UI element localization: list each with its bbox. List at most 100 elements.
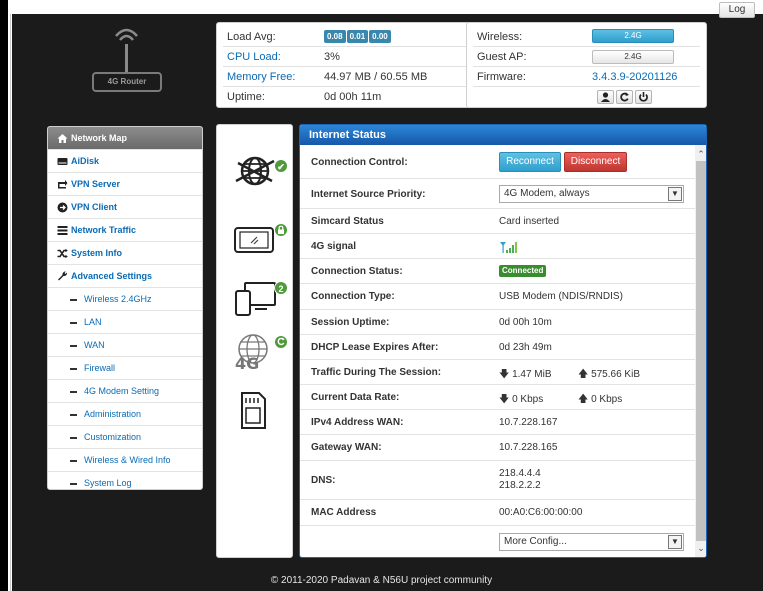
connection-status-row: Connection Status: Connected [300, 259, 695, 284]
scroll-down-icon[interactable]: ⌄ [695, 541, 706, 555]
router-label: 4G Router [92, 72, 162, 92]
chevron-down-icon: ▼ [668, 535, 682, 549]
panel-scrollbar[interactable]: ⌃ ⌄ [695, 145, 706, 557]
shuffle-icon [57, 248, 68, 259]
window-edge-left [0, 14, 8, 591]
load-avg-values: 0.08 0.01 0.00 [324, 30, 392, 43]
dash-icon [70, 437, 77, 439]
rate-up-value: 0 Kbps [591, 394, 623, 405]
load-avg-5m: 0.01 [346, 30, 369, 43]
reconnect-button[interactable]: Reconnect [499, 152, 561, 172]
internet-status-tile[interactable]: ✔ [217, 143, 294, 203]
row-label: Internet Source Priority: [311, 189, 426, 200]
wireless-24g-button[interactable]: 2.4G [592, 29, 674, 43]
sidebar-subitem-label: System Log [84, 478, 132, 488]
scroll-up-icon[interactable]: ⌃ [695, 147, 706, 161]
sidebar-subitem-firewall[interactable]: Firewall [48, 357, 202, 380]
left-frame-divider [10, 14, 11, 591]
uptime-row: Uptime: 0d 00h 11m [223, 87, 476, 107]
4g-globe-icon: 4G [235, 334, 268, 371]
sidebar-item-system-info[interactable]: System Info [48, 242, 202, 265]
row-label: Connection Status: [311, 266, 403, 277]
sidebar-subitem-lan[interactable]: LAN [48, 311, 202, 334]
more-config-select[interactable]: More Config... ▼ [499, 533, 684, 551]
cpu-load-row: CPU Load: 3% [223, 47, 476, 67]
sidebar-subitem-label: WAN [84, 340, 105, 350]
sidebar-item-network-map[interactable]: Network Map [48, 127, 202, 150]
cpu-load-link[interactable]: CPU Load: [227, 51, 281, 63]
dash-icon [70, 460, 77, 462]
dhcp-lease-value: 0d 23h 49m [499, 342, 552, 353]
log-button[interactable]: Log [719, 2, 755, 18]
power-button[interactable] [635, 90, 652, 104]
sidebar-item-vpn-client[interactable]: VPN Client [48, 196, 202, 219]
sidebar-subitem-customization[interactable]: Customization [48, 426, 202, 449]
system-info-panel: Load Avg: 0.08 0.01 0.00 CPU Load: 3% Memo… [216, 22, 483, 108]
user-button[interactable] [597, 90, 614, 104]
sidebar-item-network-traffic[interactable]: Network Traffic [48, 219, 202, 242]
sidebar-subitem-wan[interactable]: WAN [48, 334, 202, 357]
signal-bars-icon [500, 242, 517, 253]
sidebar-item-label: VPN Server [71, 179, 121, 189]
firmware-link[interactable]: 3.4.3.9-20201126 [592, 71, 677, 83]
data-rate-row: Current Data Rate: 🡇 0 Kbps 🡅 0 Kbps [300, 385, 695, 410]
sidebar-subitem-wireless-24ghz[interactable]: Wireless 2.4GHz [48, 288, 202, 311]
row-label: Connection Type: [311, 291, 395, 302]
vpn-client-icon [57, 202, 68, 213]
sidebar-item-aidisk[interactable]: AiDisk [48, 150, 202, 173]
clients-tile[interactable]: 2 [217, 271, 294, 331]
sidebar-subitem-administration[interactable]: Administration [48, 403, 202, 426]
sidebar-item-advanced-settings[interactable]: Advanced Settings [48, 265, 202, 288]
firmware-row: Firmware: 3.4.3.9-20201126 [473, 67, 700, 87]
load-avg-15m: 0.00 [369, 30, 391, 43]
dns-secondary: 218.2.2.2 [499, 480, 541, 491]
traffic-up: 🡅 575.66 KiB [578, 367, 640, 384]
sidebar-item-vpn-server[interactable]: VPN Server [48, 173, 202, 196]
load-avg-1m: 0.08 [324, 30, 346, 43]
sidebar-subitem-system-log[interactable]: System Log [48, 472, 202, 489]
session-uptime-row: Session Uptime: 0d 00h 10m [300, 310, 695, 335]
clients-monitor-icon [235, 282, 276, 316]
router-logo: 4G Router [92, 28, 162, 96]
sidebar-subitem-label: Customization [84, 432, 142, 442]
window-edge [0, 0, 8, 14]
row-label: DHCP Lease Expires After: [311, 342, 439, 353]
row-label: 4G signal [311, 241, 357, 252]
simcard-status-value: Card inserted [499, 216, 560, 227]
lock-icon [278, 225, 284, 234]
row-label: IPv4 Address WAN: [311, 417, 404, 428]
modem-refresh-badge [274, 335, 288, 349]
vpn-server-icon [58, 180, 68, 189]
refresh-button[interactable] [616, 90, 633, 104]
connection-type-row: Connection Type: USB Modem (NDIS/RNDIS) [300, 284, 695, 310]
wireless-clients-tile[interactable] [217, 211, 294, 271]
rate-down: 🡇 0 Kbps [499, 392, 543, 409]
sd-card-icon [241, 392, 266, 429]
sidebar-subitem-4g-modem-setting[interactable]: 4G Modem Setting [48, 380, 202, 403]
sidebar-subitem-wireless-wired-info[interactable]: Wireless & Wired Info [48, 449, 202, 472]
chevron-down-icon: ▼ [668, 187, 682, 201]
traffic-icon [57, 226, 68, 235]
source-priority-select[interactable]: 4G Modem, always ▼ [499, 185, 684, 203]
select-value: 4G Modem, always [504, 188, 590, 199]
load-avg-row: Load Avg: 0.08 0.01 0.00 [223, 27, 476, 47]
guest-ap-24g-button[interactable]: 2.4G [592, 50, 674, 64]
memory-free-link[interactable]: Memory Free: [227, 71, 295, 83]
4g-modem-tile[interactable]: 4G [217, 329, 294, 389]
status-icon-column: ✔ 2 4G [216, 124, 293, 558]
rate-down-value: 0 Kbps [512, 394, 544, 405]
usb-storage-tile[interactable] [217, 385, 294, 445]
mac-address-row: MAC Address 00:A0:C6:00:00:00 [300, 500, 695, 526]
ipv4-wan-value: 10.7.228.167 [499, 417, 558, 428]
wireless-info-panel: Wireless: 2.4G Guest AP: 2.4G Firmware: … [466, 22, 707, 108]
disconnect-button[interactable]: Disconnect [564, 152, 627, 172]
sidebar-menu: Network Map AiDisk VPN Server VPN Client… [47, 126, 203, 490]
router-icon [115, 28, 138, 72]
connection-type-value: USB Modem (NDIS/RNDIS) [499, 291, 623, 302]
dash-icon [70, 391, 77, 393]
user-icon [601, 92, 610, 102]
scroll-thumb[interactable] [696, 161, 706, 541]
home-icon [57, 134, 68, 143]
wireless-label: Wireless: [477, 31, 523, 43]
dash-icon [70, 483, 77, 485]
